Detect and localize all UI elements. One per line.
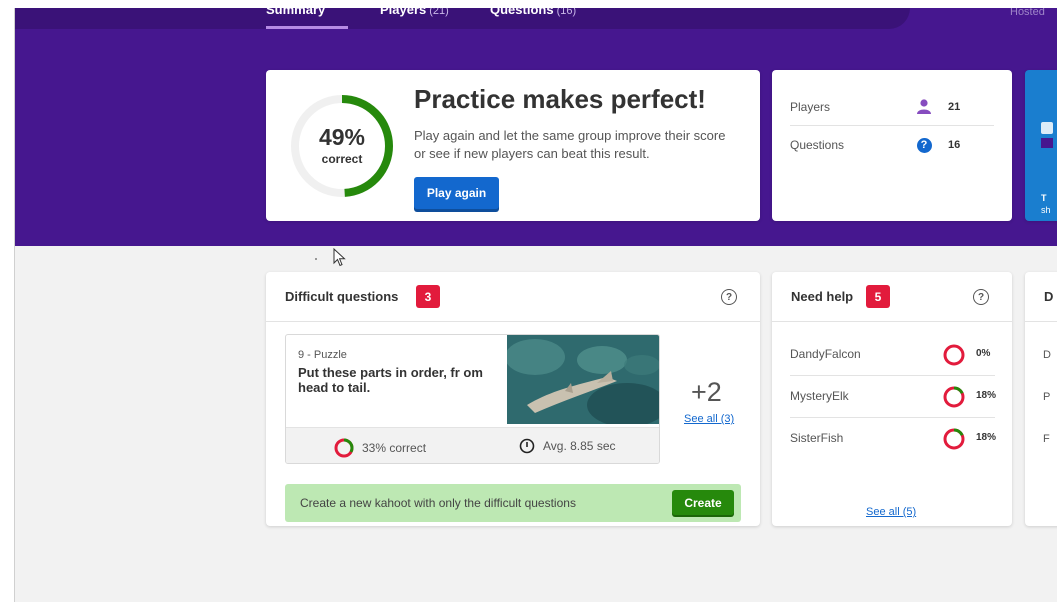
stats-card: Players 21 Questions ? 16 <box>772 70 1012 221</box>
questions-stat-value: 16 <box>948 139 961 151</box>
person-icon <box>916 99 932 115</box>
question-correct-stat: 33% correct <box>334 438 426 458</box>
active-tab-indicator <box>266 26 348 29</box>
need-help-header: Need help 5 ? <box>772 272 1012 322</box>
difficult-questions-card: Difficult questions 3 ? 9 - Puzzle Put t… <box>266 272 760 526</box>
third-card-row: F <box>1043 433 1050 445</box>
correct-ring-text: 49% correct <box>288 92 396 200</box>
tab-players[interactable]: Players (21) <box>380 8 449 17</box>
need-help-count-badge: 5 <box>866 285 890 308</box>
questions-stat: Questions ? 16 <box>790 126 994 164</box>
players-stat-value: 21 <box>948 100 961 113</box>
third-card-row: D <box>1043 349 1051 361</box>
correct-percent: 49% <box>318 124 366 150</box>
player-name: SisterFish <box>790 431 844 445</box>
question-image <box>507 335 659 424</box>
third-card-header: D <box>1025 272 1057 322</box>
third-card: D D P F <box>1025 272 1057 526</box>
question-avg-text: Avg. 8.85 sec <box>543 439 616 453</box>
mouse-cursor-icon <box>333 248 346 267</box>
practice-card: 49% correct Practice makes perfect! Play… <box>266 70 760 221</box>
question-correct-ring-icon <box>334 438 354 458</box>
question-correct-text: 33% correct <box>362 441 427 455</box>
tab-players-label: Players <box>380 8 427 17</box>
more-questions-count: +2 <box>691 377 722 407</box>
results-window: Summary Players (21) Questions (16) Hosted… <box>14 8 1057 602</box>
player-name: MysteryElk <box>790 389 849 403</box>
see-all-players-link[interactable]: See all (5) <box>866 506 916 518</box>
need-help-title: Need help <box>791 289 854 304</box>
third-card-title: D <box>1044 289 1054 304</box>
question-footer: 33% correct Avg. 8.85 sec <box>286 427 659 463</box>
player-row[interactable]: MysteryElk 18% <box>790 376 997 418</box>
play-again-button[interactable]: Play again <box>414 177 499 209</box>
help-icon[interactable]: ? <box>973 289 989 305</box>
question-title: Put these parts in order, fr om head to … <box>298 365 483 395</box>
need-help-card: Need help 5 ? DandyFalcon 0% MysteryElk … <box>772 272 1012 526</box>
practice-text: Play again and let the same group improv… <box>414 128 726 161</box>
players-stat: Players 21 <box>790 88 994 126</box>
create-button[interactable]: Create <box>672 490 734 515</box>
player-score: 0% <box>976 348 991 359</box>
promo-line-1: T <box>1041 193 1047 203</box>
stray-dot <box>315 258 317 260</box>
practice-title: Practice makes perfect! <box>414 84 706 114</box>
question-avg-time: Avg. 8.85 sec <box>519 438 616 454</box>
player-score: 18% <box>976 390 997 401</box>
tab-bar: Summary Players (21) Questions (16) <box>15 8 910 29</box>
question-meta: 9 - Puzzle <box>298 349 347 361</box>
player-row[interactable]: SisterFish 18% <box>790 418 997 460</box>
create-kahoot-text: Create a new kahoot with only the diffic… <box>300 496 576 510</box>
timer-icon <box>519 438 535 454</box>
player-score-ring-icon <box>943 344 965 366</box>
tab-summary[interactable]: Summary <box>266 8 325 17</box>
hosted-label: Hosted <box>1010 8 1045 18</box>
create-kahoot-bar: Create a new kahoot with only the diffic… <box>285 484 741 522</box>
difficult-questions-title: Difficult questions <box>285 289 399 304</box>
tab-players-count: (21) <box>429 8 449 17</box>
tab-summary-label: Summary <box>266 8 326 17</box>
player-score: 18% <box>976 432 997 443</box>
player-score-ring-icon <box>943 428 965 450</box>
promo-card[interactable]: T sh <box>1025 70 1057 221</box>
questions-stat-label: Questions <box>790 138 845 152</box>
players-stat-label: Players <box>790 99 831 114</box>
question-mark-icon: ? <box>916 137 932 153</box>
tab-questions-label: Questions <box>490 8 554 17</box>
see-all-questions-link[interactable]: See all (3) <box>684 413 734 425</box>
player-score-ring-icon <box>943 386 965 408</box>
help-icon[interactable]: ? <box>721 289 737 305</box>
player-name: DandyFalcon <box>790 347 861 361</box>
player-row[interactable]: DandyFalcon 0% <box>790 334 995 376</box>
third-card-row: P <box>1043 391 1051 403</box>
tab-questions-count: (16) <box>556 8 577 17</box>
difficult-count-badge: 3 <box>416 285 440 308</box>
promo-illustration-icon <box>1041 122 1053 148</box>
difficult-questions-header: Difficult questions 3 ? <box>266 272 760 322</box>
promo-text: T sh <box>1041 192 1051 216</box>
promo-line-2: sh <box>1041 205 1051 215</box>
difficult-question-card[interactable]: 9 - Puzzle Put these parts in order, fr … <box>285 334 660 464</box>
tab-questions[interactable]: Questions (16) <box>490 8 576 17</box>
correct-label: correct <box>321 152 363 166</box>
